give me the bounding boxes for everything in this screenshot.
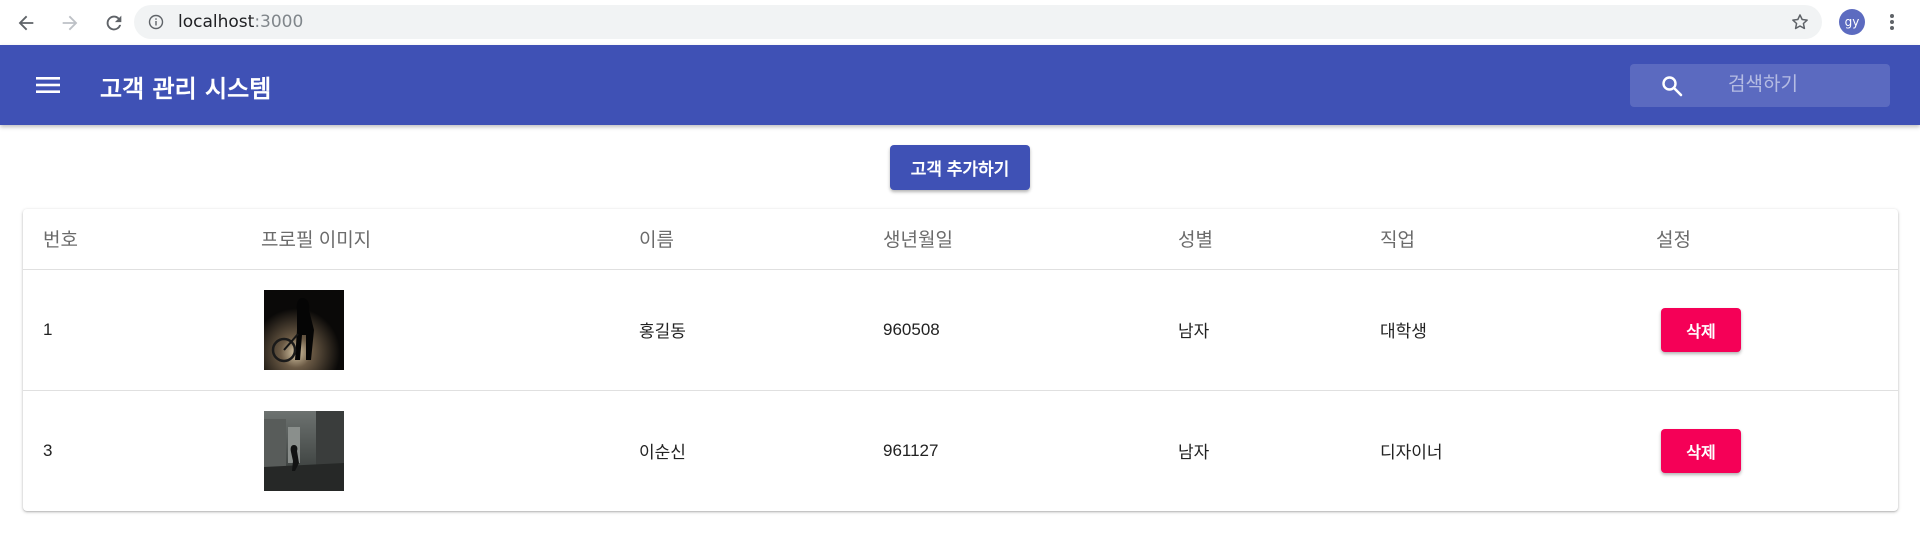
table-header-row: 번호 프로필 이미지 이름 생년월일 성별 직업 설정 <box>23 209 1898 270</box>
profile-image <box>264 410 344 491</box>
url-text[interactable]: localhost:3000 <box>178 12 303 32</box>
cell-settings: 삭제 <box>1636 390 1898 511</box>
browser-menu-icon[interactable] <box>1884 12 1900 32</box>
cell-settings: 삭제 <box>1636 269 1898 391</box>
browser-toolbar: localhost:3000 gy <box>0 0 1920 45</box>
customer-table-panel: 번호 프로필 이미지 이름 생년월일 성별 직업 설정 1 홍길동 960508… <box>23 209 1898 511</box>
header-birthday: 생년월일 <box>863 209 1158 270</box>
bookmark-star-icon[interactable] <box>1790 12 1810 32</box>
reload-icon <box>106 15 122 30</box>
cell-name: 홍길동 <box>619 269 863 391</box>
search-input[interactable] <box>1726 70 1876 100</box>
header-name: 이름 <box>619 209 863 270</box>
cell-name: 이순신 <box>639 443 686 463</box>
hamburger-menu-icon <box>36 77 60 93</box>
profile-avatar[interactable]: gy <box>1839 9 1865 35</box>
url-port: :3000 <box>254 12 304 32</box>
cell-birthday: 961127 <box>883 440 939 460</box>
address-bar[interactable]: localhost:3000 <box>134 5 1822 39</box>
delete-button[interactable]: 삭제 <box>1661 307 1741 352</box>
app-title: 고객 관리 시스템 <box>100 75 272 103</box>
header-id: 번호 <box>23 209 241 270</box>
customer-table: 번호 프로필 이미지 이름 생년월일 성별 직업 설정 1 홍길동 960508… <box>23 209 1898 511</box>
back-button[interactable] <box>8 5 44 41</box>
reload-button[interactable] <box>96 5 132 41</box>
cell-gender: 남자 <box>1178 443 1210 463</box>
header-settings: 설정 <box>1636 209 1898 270</box>
cell-birthday: 960508 <box>863 269 1158 391</box>
forward-button[interactable] <box>52 5 88 41</box>
table-row: 3 이순신 961127 남자 디자이너 삭제 <box>23 390 1898 511</box>
delete-button[interactable]: 삭제 <box>1661 428 1741 473</box>
cell-gender: 남자 <box>1158 269 1360 391</box>
url-host: localhost <box>178 12 255 32</box>
cell-profile-image <box>241 269 619 391</box>
cell-job: 대학생 <box>1360 269 1636 391</box>
back-arrow-icon <box>18 15 34 30</box>
cell-id: 1 <box>23 269 241 391</box>
profile-image <box>264 289 344 370</box>
header-job: 직업 <box>1360 209 1636 270</box>
site-info-icon[interactable] <box>148 14 164 30</box>
header-profile-image: 프로필 이미지 <box>241 209 619 270</box>
cell-id: 3 <box>43 440 53 460</box>
header-gender: 성별 <box>1158 209 1360 270</box>
search-box[interactable] <box>1630 64 1890 107</box>
search-icon <box>1662 76 1683 97</box>
add-customer-button[interactable]: 고객 추가하기 <box>890 145 1030 190</box>
cell-profile-image <box>241 390 619 511</box>
table-row: 1 홍길동 960508 남자 대학생 삭제 <box>23 269 1898 391</box>
app-bar: 고객 관리 시스템 <box>0 45 1920 125</box>
forward-arrow-icon <box>62 15 78 30</box>
cell-job: 디자이너 <box>1380 443 1443 463</box>
menu-button[interactable] <box>24 61 72 109</box>
